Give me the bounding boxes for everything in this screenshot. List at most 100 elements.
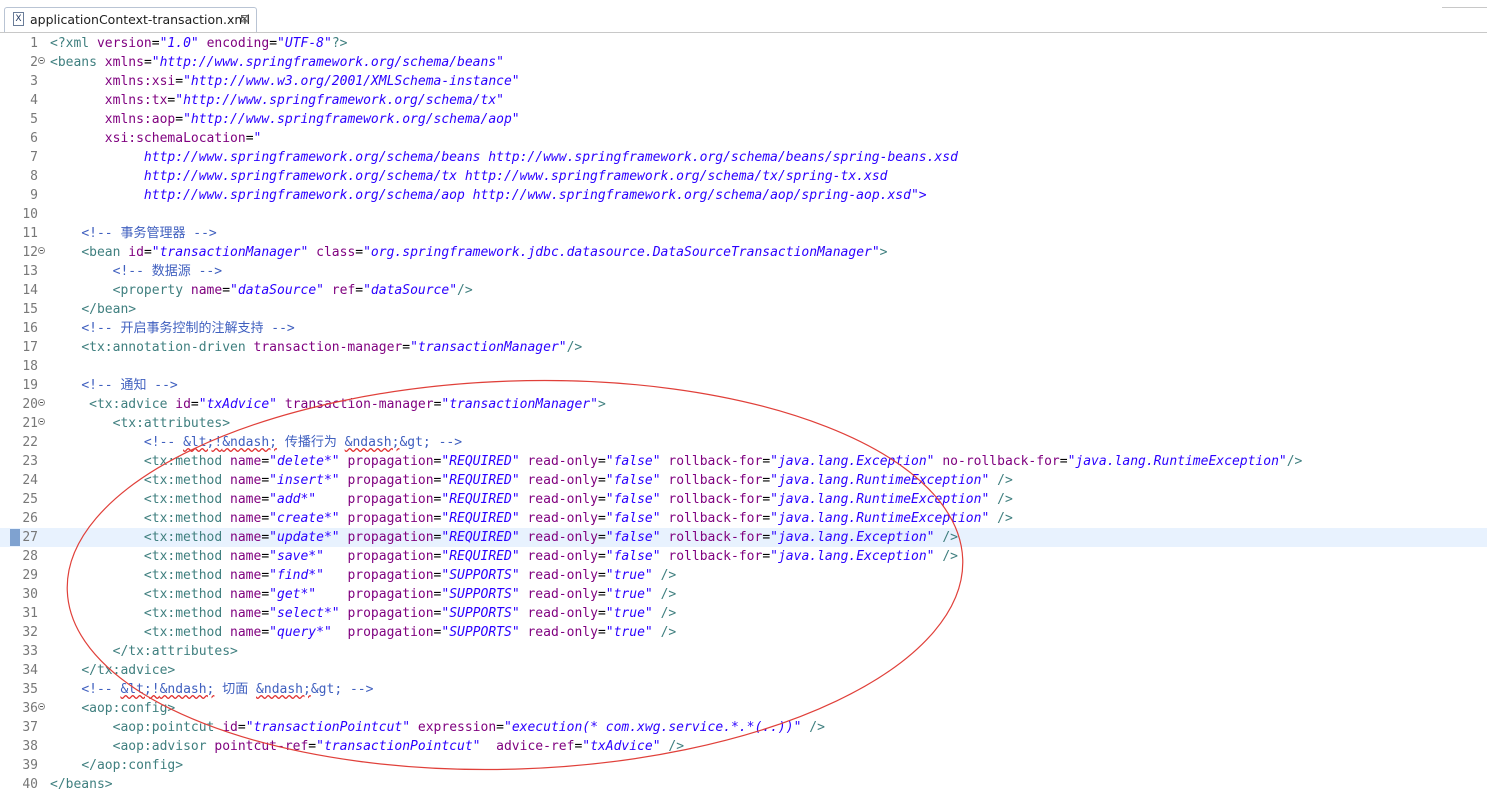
tab-applicationcontext-transaction[interactable]: X applicationContext-transaction.xml ⊠ [4, 7, 257, 33]
line-number: 18 [22, 359, 38, 374]
code-line[interactable]: 33 </tx:attributes> [0, 642, 1487, 661]
code-text: http://www.springframework.org/schema/tx… [143, 169, 888, 184]
code-line[interactable]: 3 xmlns:xsi="http://www.w3.org/2001/XMLS… [0, 72, 1487, 91]
code-line[interactable]: 2 <beans xmlns="http://www.springframewor… [0, 53, 1487, 72]
code-line[interactable]: 13 <!-- 数据源 --> [0, 262, 1487, 281]
close-icon[interactable]: ⊠ [240, 12, 249, 25]
code-text: <aop:config> [81, 701, 176, 716]
code-line[interactable]: 22 <!-- &lt;!&ndash; 传播行为 &ndash;&gt; --… [0, 433, 1487, 452]
line-number: 11 [22, 226, 38, 241]
code-line[interactable]: 35 <!-- &lt;!&ndash; 切面 &ndash;&gt; --> [0, 680, 1487, 699]
line-number: 25 [22, 492, 38, 507]
line-number: 19 [22, 378, 38, 393]
line-number: 24 [22, 473, 38, 488]
code-line[interactable]: 23 <tx:method name="delete*" propagation… [0, 452, 1487, 471]
code-line[interactable]: 34 </tx:advice> [0, 661, 1487, 680]
code-text: <!-- 事务管理器 --> [81, 226, 217, 241]
code-line[interactable]: 31 <tx:method name="select*" propagation… [0, 604, 1487, 623]
code-text: <!-- 开启事务控制的注解支持 --> [81, 321, 295, 336]
line-number: 27 [22, 530, 38, 545]
code-text: <tx:method name="insert*" propagation="R… [143, 473, 1013, 488]
xml-file-icon: X [13, 12, 24, 26]
code-line[interactable]: 9 http://www.springframework.org/schema/… [0, 186, 1487, 205]
xml-code-editor[interactable]: 1 <?xml version="1.0" encoding="UTF-8"?> 2… [0, 34, 1487, 812]
line-number: 39 [22, 758, 38, 773]
line-number: 34 [22, 663, 38, 678]
code-line[interactable]: 37 <aop:pointcut id="transactionPointcut… [0, 718, 1487, 737]
code-text: http://www.springframework.org/schema/be… [143, 150, 958, 165]
line-number: 2 [30, 55, 38, 70]
code-line[interactable]: 15 </bean> [0, 300, 1487, 319]
code-text: <tx:annotation-driven transaction-manage… [81, 340, 583, 355]
line-number: 32 [22, 625, 38, 640]
fold-toggle-icon[interactable] [38, 247, 45, 254]
code-line[interactable]: 21 <tx:attributes> [0, 414, 1487, 433]
line-number: 15 [22, 302, 38, 317]
code-line[interactable]: 20 <tx:advice id="txAdvice" transaction-… [0, 395, 1487, 414]
code-line[interactable]: 30 <tx:method name="get*" propagation="S… [0, 585, 1487, 604]
code-text: <aop:advisor pointcut-ref="transactionPo… [112, 739, 685, 754]
code-text: <?xml version="1.0" encoding="UTF-8"?> [50, 36, 348, 51]
code-text: <tx:method name="query*" propagation="SU… [143, 625, 677, 640]
code-line[interactable]: 36 <aop:config> [0, 699, 1487, 718]
code-text: </tx:attributes> [112, 644, 238, 659]
line-number: 21 [22, 416, 38, 431]
fold-toggle-icon[interactable] [38, 57, 45, 64]
tab-bar-border [1442, 7, 1487, 8]
code-line[interactable]: 27 <tx:method name="update*" propagation… [0, 528, 1487, 547]
line-number: 22 [22, 435, 38, 450]
code-line[interactable]: 7 http://www.springframework.org/schema/… [0, 148, 1487, 167]
code-line[interactable]: 5 xmlns:aop="http://www.springframework.… [0, 110, 1487, 129]
code-line[interactable]: 4 xmlns:tx="http://www.springframework.o… [0, 91, 1487, 110]
code-line[interactable]: 28 <tx:method name="save*" propagation="… [0, 547, 1487, 566]
code-text: xmlns:xsi="http://www.w3.org/2001/XMLSch… [104, 74, 520, 89]
code-line[interactable]: 32 <tx:method name="query*" propagation=… [0, 623, 1487, 642]
line-number: 31 [22, 606, 38, 621]
line-number: 37 [22, 720, 38, 735]
code-line[interactable]: 10 [0, 205, 1487, 224]
code-text: <property name="dataSource" ref="dataSou… [112, 283, 473, 298]
code-line[interactable]: 19 <!-- 通知 --> [0, 376, 1487, 395]
line-number: 13 [22, 264, 38, 279]
line-number: 7 [30, 150, 38, 165]
code-line[interactable]: 38 <aop:advisor pointcut-ref="transactio… [0, 737, 1487, 756]
line-number: 16 [22, 321, 38, 336]
line-number: 38 [22, 739, 38, 754]
editor-tab-bar: X applicationContext-transaction.xml ⊠ [0, 0, 1487, 33]
code-text: </beans> [50, 777, 113, 792]
fold-toggle-icon[interactable] [38, 703, 45, 710]
code-text: xsi:schemaLocation=" [104, 131, 262, 146]
line-number: 6 [30, 131, 38, 146]
code-line[interactable]: 1 <?xml version="1.0" encoding="UTF-8"?> [0, 34, 1487, 53]
code-line[interactable]: 17 <tx:annotation-driven transaction-man… [0, 338, 1487, 357]
line-number: 40 [22, 777, 38, 792]
code-line[interactable]: 12 <bean id="transactionManager" class="… [0, 243, 1487, 262]
code-line[interactable]: 14 <property name="dataSource" ref="data… [0, 281, 1487, 300]
code-line[interactable]: 16 <!-- 开启事务控制的注解支持 --> [0, 319, 1487, 338]
line-number: 4 [30, 93, 38, 108]
line-number: 28 [22, 549, 38, 564]
code-line[interactable]: 6 xsi:schemaLocation=" [0, 129, 1487, 148]
line-number: 36 [22, 701, 38, 716]
code-text: <tx:advice id="txAdvice" transaction-man… [89, 397, 606, 412]
code-text: <beans xmlns="http://www.springframework… [50, 55, 504, 70]
code-line[interactable]: 26 <tx:method name="create*" propagation… [0, 509, 1487, 528]
code-line[interactable]: 18 [0, 357, 1487, 376]
code-line[interactable]: 25 <tx:method name="add*" propagation="R… [0, 490, 1487, 509]
code-line[interactable]: 24 <tx:method name="insert*" propagation… [0, 471, 1487, 490]
fold-toggle-icon[interactable] [38, 418, 45, 425]
code-text: <bean id="transactionManager" class="org… [81, 245, 888, 260]
line-number: 29 [22, 568, 38, 583]
line-number: 1 [30, 36, 38, 51]
line-number: 9 [30, 188, 38, 203]
fold-toggle-icon[interactable] [38, 399, 45, 406]
code-line[interactable]: 40 </beans> [0, 775, 1487, 794]
line-number: 10 [22, 207, 38, 222]
code-line[interactable]: 8 http://www.springframework.org/schema/… [0, 167, 1487, 186]
line-number: 17 [22, 340, 38, 355]
code-line[interactable]: 39 </aop:config> [0, 756, 1487, 775]
line-number: 33 [22, 644, 38, 659]
code-line[interactable]: 29 <tx:method name="find*" propagation="… [0, 566, 1487, 585]
code-line[interactable]: 11 <!-- 事务管理器 --> [0, 224, 1487, 243]
code-text: <tx:method name="select*" propagation="S… [143, 606, 677, 621]
